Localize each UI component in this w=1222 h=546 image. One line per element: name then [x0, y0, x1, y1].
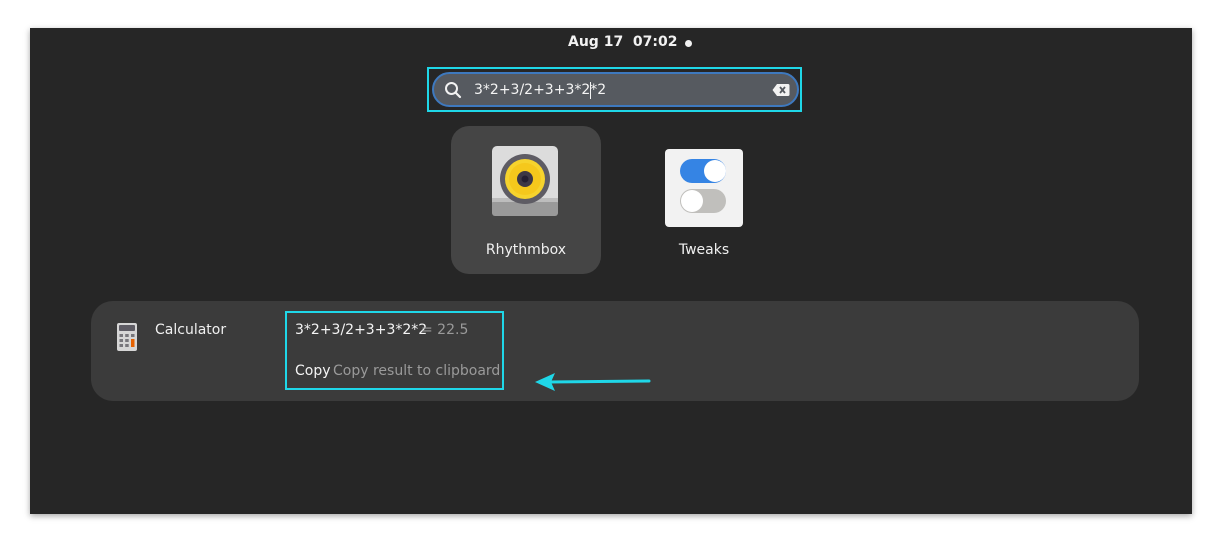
- copy-label[interactable]: Copy: [295, 363, 331, 379]
- rhythmbox-speaker-icon: [492, 146, 558, 216]
- app-label: Rhythmbox: [485, 242, 567, 258]
- gnome-overview: Aug 17 07:02 Rhythmbox: [30, 28, 1192, 514]
- clock[interactable]: Aug 17 07:02: [568, 34, 678, 50]
- app-label: Tweaks: [678, 242, 730, 258]
- text-caret: [590, 82, 591, 99]
- result-expression: 3*2+3/2+3+3*2*2: [295, 322, 428, 338]
- app-tile-rhythmbox[interactable]: Rhythmbox: [451, 126, 601, 274]
- provider-name: Calculator: [155, 322, 227, 338]
- tweaks-toggle-icon: [665, 149, 743, 227]
- top-bar: Aug 17 07:02: [30, 28, 1192, 58]
- result-value: = 22.5: [421, 322, 469, 338]
- clear-text-icon[interactable]: [772, 83, 790, 97]
- search-input[interactable]: [474, 79, 764, 101]
- search-entry[interactable]: [432, 72, 799, 107]
- app-tile-tweaks[interactable]: Tweaks: [629, 126, 779, 274]
- calculator-icon: [117, 323, 137, 351]
- copy-description: Copy result to clipboard: [333, 363, 501, 379]
- search-icon: [445, 82, 462, 99]
- notification-dot-icon: [685, 40, 692, 47]
- annotation-arrow-icon: [535, 373, 651, 391]
